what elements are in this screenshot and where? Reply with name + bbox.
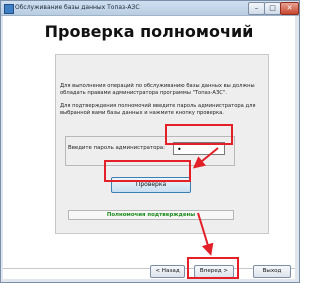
arrow-to-check-button [192, 147, 219, 169]
annotation-arrows [192, 147, 219, 256]
arrow-to-next-button [197, 212, 214, 256]
